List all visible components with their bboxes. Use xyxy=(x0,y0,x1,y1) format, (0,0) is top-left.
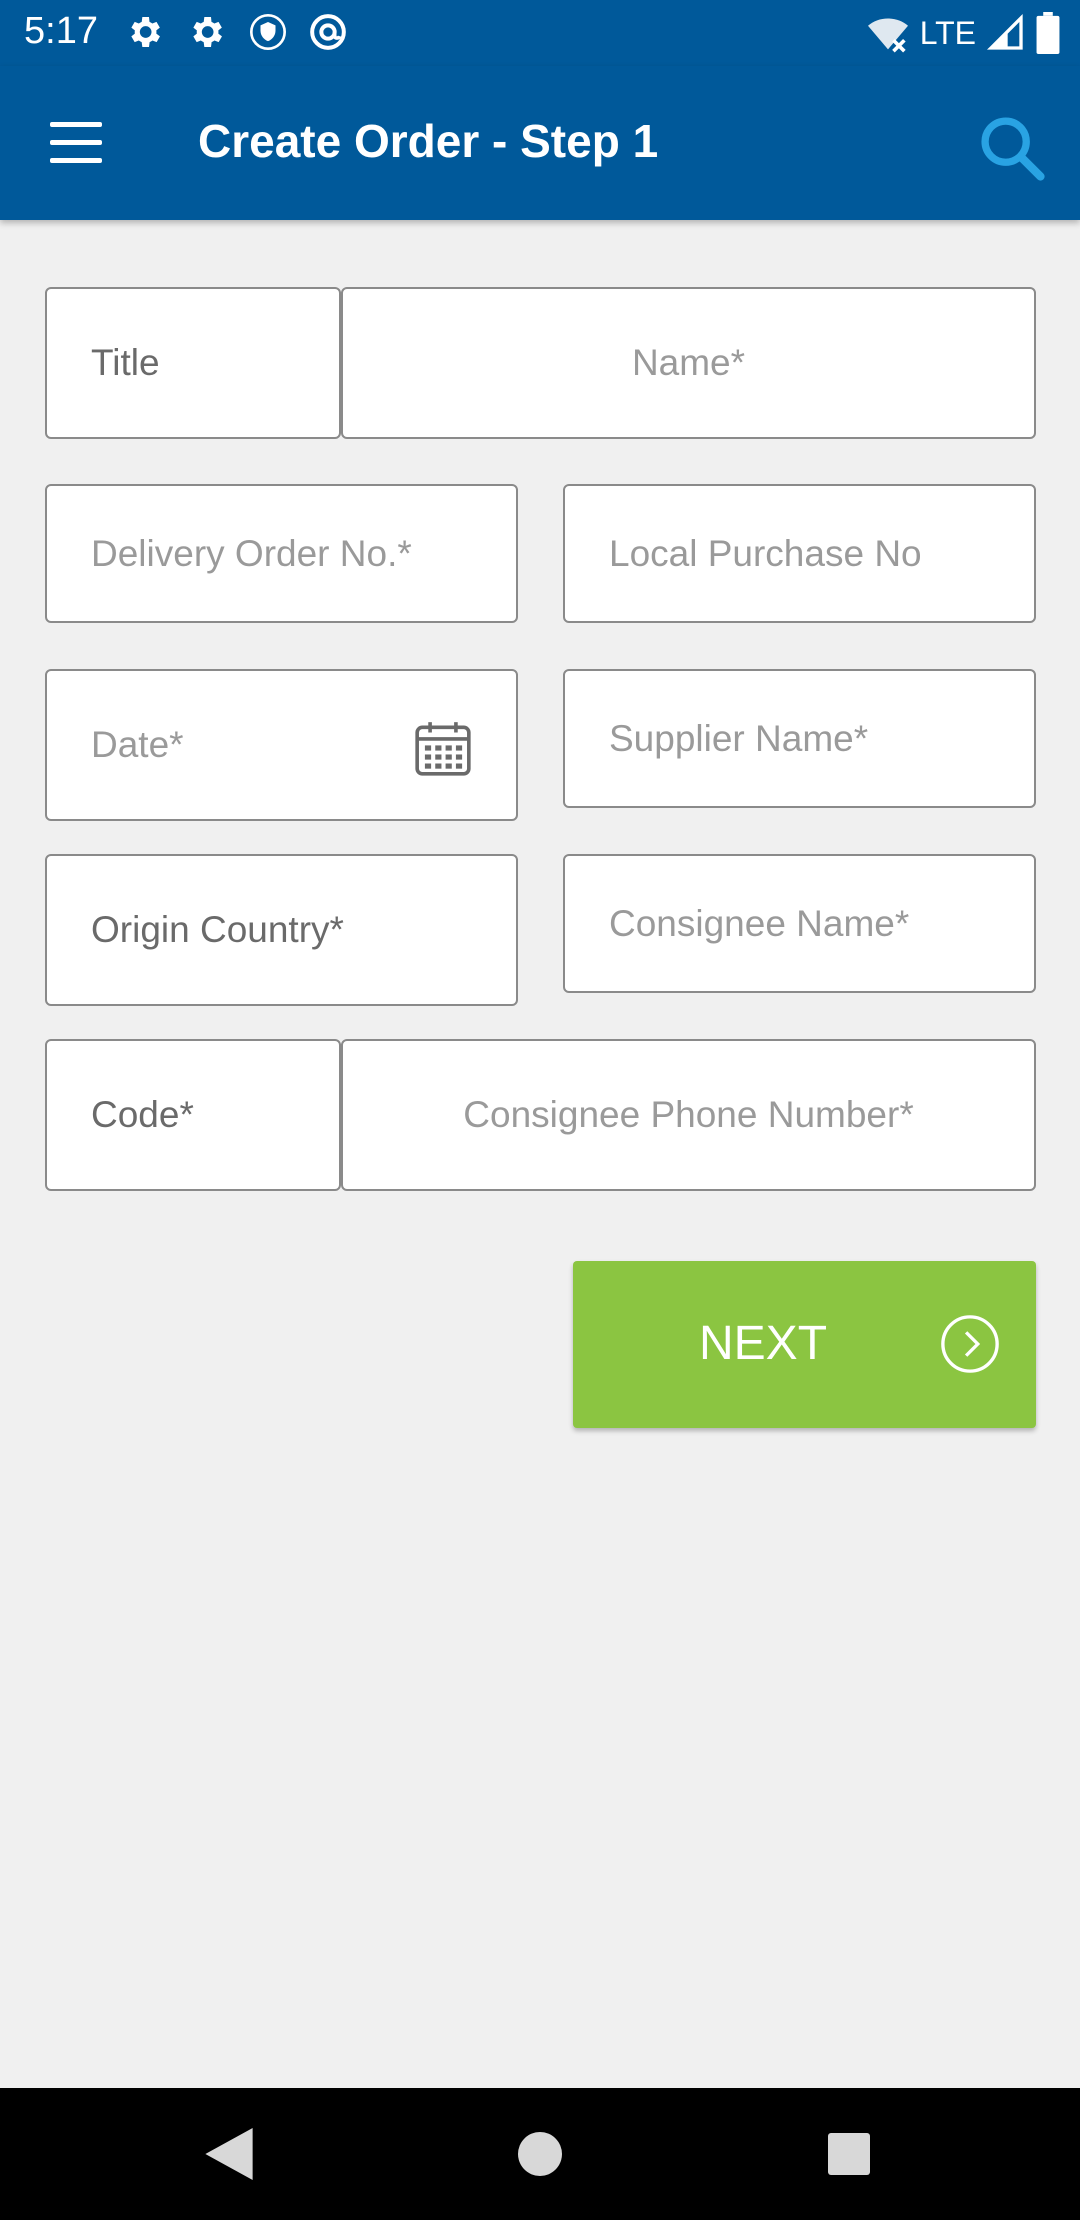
origin-country-select[interactable]: Origin Country* xyxy=(45,854,518,1006)
name-placeholder: Name* xyxy=(631,342,746,383)
consignee-name-field[interactable]: Consignee Name* xyxy=(563,854,1036,993)
chevron-right-circle-icon xyxy=(941,1315,999,1373)
system-nav-bar xyxy=(0,2088,1080,2220)
supplier-name-field[interactable]: Supplier Name* xyxy=(563,669,1036,808)
status-bar: 5:17 LTE xyxy=(0,0,1080,66)
origin-country-label: Origin Country* xyxy=(91,909,344,950)
consignee-name-placeholder: Consignee Name* xyxy=(609,902,910,944)
consignee-phone-field[interactable]: Consignee Phone Number* xyxy=(341,1039,1036,1191)
search-icon[interactable] xyxy=(974,110,1050,186)
gear-icon xyxy=(131,17,160,47)
title-select[interactable]: Title xyxy=(45,287,341,439)
status-right-icons: LTE xyxy=(866,8,1060,58)
hamburger-menu-line xyxy=(50,140,102,145)
local-purchase-field[interactable]: Local Purchase No xyxy=(563,484,1036,623)
date-placeholder: Date* xyxy=(91,724,184,765)
hamburger-menu-icon xyxy=(50,122,102,127)
code-label: Code* xyxy=(91,1094,194,1135)
back-icon[interactable] xyxy=(204,2128,254,2180)
code-select[interactable]: Code* xyxy=(45,1039,341,1191)
hamburger-menu-line xyxy=(50,158,102,163)
page-title: Create Order - Step 1 xyxy=(198,115,659,167)
battery-icon xyxy=(1036,12,1060,54)
wifi-off-icon xyxy=(867,18,908,53)
recent-apps-icon[interactable] xyxy=(828,2133,870,2175)
local-purchase-placeholder: Local Purchase No xyxy=(609,532,922,574)
at-sign-icon xyxy=(310,14,346,50)
signal-icon xyxy=(986,13,1023,50)
delivery-order-field[interactable]: Delivery Order No.* xyxy=(45,484,518,623)
supplier-name-placeholder: Supplier Name* xyxy=(609,717,869,759)
name-field[interactable]: Name* xyxy=(341,287,1036,439)
status-time: 5:17 xyxy=(24,10,98,52)
consignee-phone-placeholder: Consignee Phone Number* xyxy=(463,1094,914,1135)
gear-icon xyxy=(193,17,222,47)
shield-icon xyxy=(250,14,286,50)
home-icon[interactable] xyxy=(518,2132,562,2176)
next-button-label: NEXT xyxy=(699,1317,828,1370)
date-field[interactable]: Date* xyxy=(45,669,518,821)
network-type: LTE xyxy=(919,14,976,51)
menu-button[interactable] xyxy=(36,116,116,172)
delivery-order-placeholder: Delivery Order No.* xyxy=(91,532,412,574)
next-button[interactable]: NEXT xyxy=(573,1261,1036,1428)
title-label: Title xyxy=(91,342,160,383)
app-bar: Create Order - Step 1 xyxy=(0,66,1080,220)
calendar-icon[interactable] xyxy=(412,717,474,779)
